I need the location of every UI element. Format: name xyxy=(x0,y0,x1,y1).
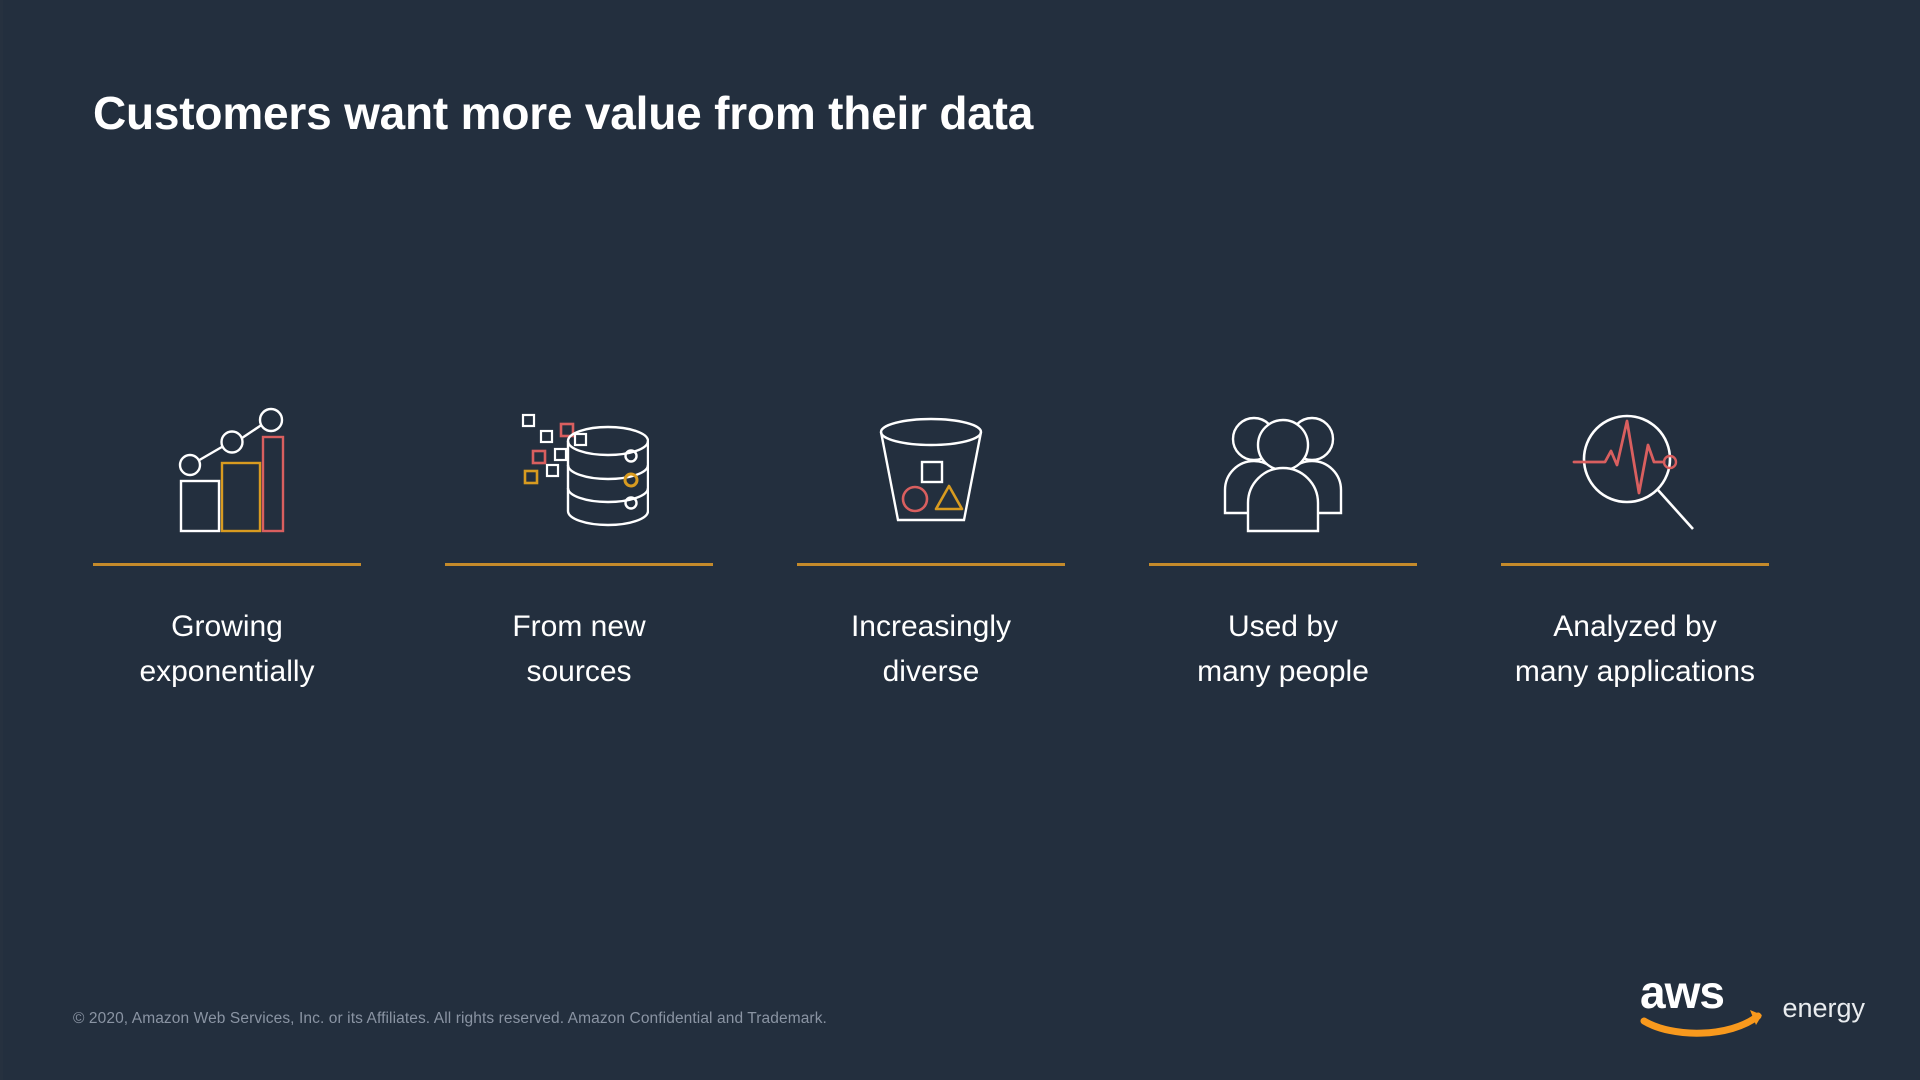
caption-line-1: From new xyxy=(512,610,646,643)
pillar-caption: Used by many people xyxy=(1197,604,1369,694)
svg-text:aws: aws xyxy=(1640,966,1724,1018)
pillar-column-applications: Analyzed by many applications xyxy=(1501,390,1769,694)
caption-line-2: many people xyxy=(1197,655,1369,688)
caption-line-2: many applications xyxy=(1514,655,1756,688)
pillar-column-diverse: Increasingly diverse xyxy=(797,390,1065,694)
pillar-column-people: Used by many people xyxy=(1149,390,1417,694)
data-bucket-icon xyxy=(797,390,1065,535)
aws-energy-brand-lockup: aws energy xyxy=(1638,964,1865,1038)
growth-bar-chart-icon xyxy=(93,390,361,535)
accent-rule xyxy=(1501,563,1769,566)
pillar-column-growing: Growing exponentially xyxy=(93,390,361,694)
caption-line-2: sources xyxy=(526,655,632,688)
copyright-notice: © 2020, Amazon Web Services, Inc. or its… xyxy=(73,1010,827,1027)
page-title: Customers want more value from their dat… xyxy=(93,87,1034,139)
pillar-caption: From new sources xyxy=(512,604,645,694)
caption-line-1: Increasingly xyxy=(850,610,1012,643)
value-pillars-row: Growing exponentially From new sources I… xyxy=(93,390,1833,694)
accent-rule xyxy=(797,563,1065,566)
aws-logo: aws xyxy=(1640,966,1763,1037)
pillar-caption: Analyzed by many applications xyxy=(1515,604,1755,694)
caption-line-2: diverse xyxy=(882,655,980,688)
pillar-caption: Growing exponentially xyxy=(139,604,314,694)
caption-line-1: Analyzed by xyxy=(1553,610,1717,643)
accent-rule xyxy=(445,563,713,566)
pillar-column-sources: From new sources xyxy=(445,390,713,694)
accent-rule xyxy=(93,563,361,566)
database-ingest-icon xyxy=(445,390,713,535)
accent-rule xyxy=(1149,563,1417,566)
slide-canvas: Customers want more value from their dat… xyxy=(0,0,1920,1080)
brand-word: energy xyxy=(1782,993,1865,1023)
people-group-icon xyxy=(1149,390,1417,535)
magnifier-pulse-icon xyxy=(1501,390,1769,535)
pillar-caption: Increasingly diverse xyxy=(851,604,1011,694)
caption-line-2: exponentially xyxy=(139,655,315,688)
caption-line-1: Used by xyxy=(1227,610,1339,643)
caption-line-1: Growing xyxy=(171,610,283,643)
